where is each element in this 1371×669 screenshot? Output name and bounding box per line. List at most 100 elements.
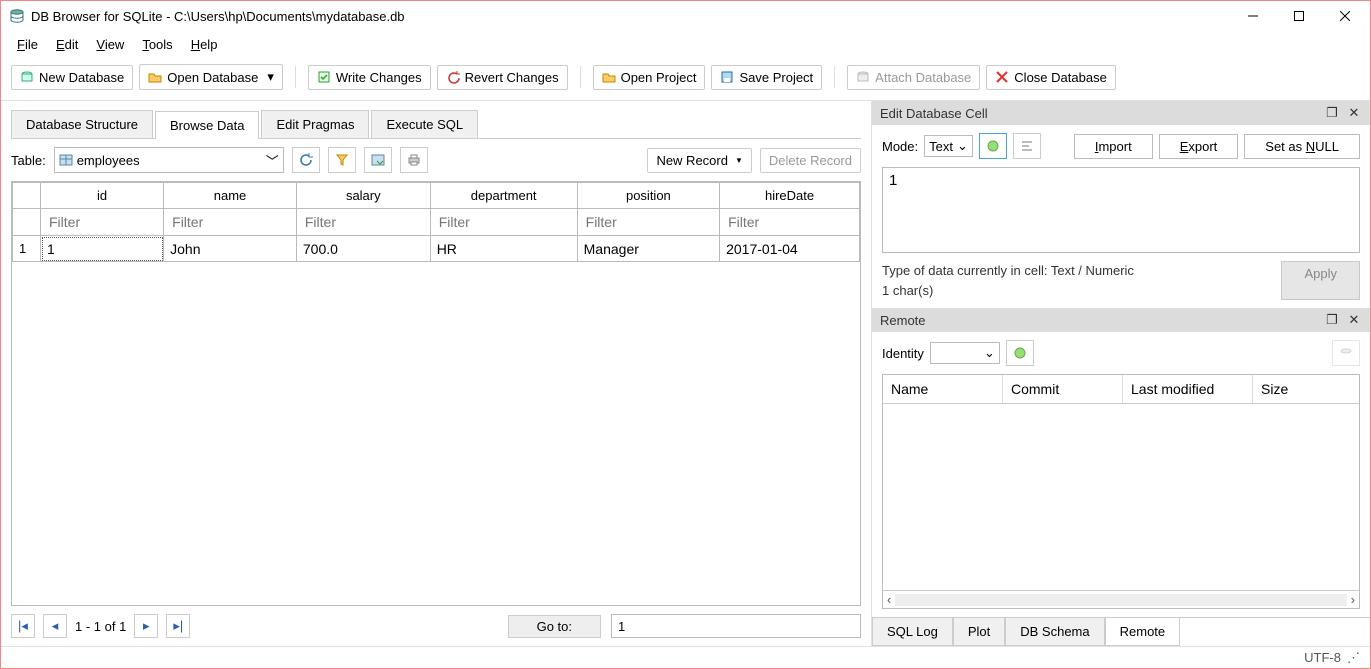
identity-label: Identity (882, 346, 924, 361)
save-project-icon (720, 70, 734, 84)
left-pane: Database Structure Browse Data Edit Prag… (1, 101, 871, 646)
format-text-button[interactable] (979, 133, 1007, 159)
col-department[interactable]: department (430, 183, 577, 209)
print-button[interactable] (400, 147, 428, 173)
revert-changes-label: Revert Changes (465, 70, 559, 85)
open-project-button[interactable]: Open Project (593, 65, 706, 90)
col-name[interactable]: name (164, 183, 297, 209)
remote-col-commit[interactable]: Commit (1003, 375, 1123, 403)
goto-label: Go to: (508, 615, 601, 638)
minimize-button[interactable] (1230, 1, 1276, 31)
menu-file[interactable]: File (11, 35, 44, 54)
filter-position[interactable] (584, 213, 713, 231)
identity-select[interactable]: ⌄ (930, 342, 1000, 364)
tab-edit-pragmas[interactable]: Edit Pragmas (261, 110, 369, 138)
undock-icon[interactable]: ❐ (1324, 312, 1340, 328)
col-salary[interactable]: salary (296, 183, 430, 209)
chevron-down-icon: ⌄ (984, 345, 995, 361)
tab-execute-sql[interactable]: Execute SQL (371, 110, 478, 138)
clear-filters-button[interactable] (328, 147, 356, 173)
cell-name[interactable]: John (164, 236, 297, 262)
menu-view[interactable]: View (90, 35, 130, 54)
tab-sql-log[interactable]: SQL Log (872, 618, 953, 646)
export-button[interactable]: Export (1159, 134, 1239, 159)
push-button[interactable] (1332, 340, 1360, 366)
menu-tools[interactable]: Tools (136, 35, 178, 54)
open-database-button[interactable]: Open Database ▾ (139, 64, 283, 90)
tab-remote[interactable]: Remote (1105, 618, 1181, 646)
close-panel-icon[interactable]: ✕ (1346, 312, 1362, 328)
remote-scrollbar[interactable]: ‹› (883, 590, 1359, 608)
main-tabs: Database Structure Browse Data Edit Prag… (11, 111, 861, 139)
apply-button[interactable]: Apply (1281, 261, 1360, 300)
cell-char-count: 1 char(s) (882, 281, 1281, 301)
open-project-icon (602, 70, 616, 84)
tab-db-schema[interactable]: DB Schema (1005, 618, 1104, 646)
remote-col-lastmod[interactable]: Last modified (1123, 375, 1253, 403)
table-label: Table: (11, 153, 46, 168)
import-button[interactable]: Import (1074, 134, 1153, 159)
open-project-label: Open Project (621, 70, 697, 85)
edit-cell-panel: Mode: Text⌄ Import Export Set as NULL 1 … (872, 125, 1370, 308)
cell-editor[interactable]: 1 (882, 167, 1360, 253)
attach-database-button[interactable]: Attach Database (847, 65, 980, 90)
refresh-button[interactable] (292, 147, 320, 173)
save-project-button[interactable]: Save Project (711, 65, 822, 90)
tab-browse-data[interactable]: Browse Data (155, 111, 259, 139)
last-page-button[interactable]: ▸| (166, 614, 190, 638)
close-database-button[interactable]: Close Database (986, 65, 1116, 90)
table-icon (59, 153, 73, 167)
col-hiredate[interactable]: hireDate (720, 183, 860, 209)
filter-id[interactable] (47, 213, 157, 231)
save-table-button[interactable] (364, 147, 392, 173)
close-database-icon (995, 70, 1009, 84)
filter-hiredate[interactable] (726, 213, 853, 231)
remote-col-size[interactable]: Size (1253, 375, 1359, 403)
cell-position[interactable]: Manager (577, 236, 719, 262)
cell-id[interactable]: 1 (41, 236, 164, 262)
table-toolbar: Table: employees ﹀ New Record▼ Delete Re… (11, 139, 861, 181)
chevron-down-icon[interactable]: ▾ (267, 69, 274, 85)
new-database-button[interactable]: New Database (11, 65, 133, 90)
cell-salary[interactable]: 700.0 (296, 236, 430, 262)
toolbar-separator (295, 66, 296, 88)
new-record-button[interactable]: New Record▼ (647, 148, 751, 173)
cell-hiredate[interactable]: 2017-01-04 (720, 236, 860, 262)
delete-record-button[interactable]: Delete Record (760, 148, 861, 173)
window-title: DB Browser for SQLite - C:\Users\hp\Docu… (31, 9, 405, 24)
right-pane: Edit Database Cell ❐ ✕ Mode: Text⌄ Impor… (871, 101, 1370, 646)
revert-changes-button[interactable]: Revert Changes (437, 65, 568, 90)
first-page-button[interactable]: |◂ (11, 614, 35, 638)
mode-select[interactable]: Text⌄ (924, 135, 973, 157)
table-row[interactable]: 1 1 John 700.0 HR Manager 2017-01-04 (13, 236, 860, 262)
col-position[interactable]: position (577, 183, 719, 209)
filter-name[interactable] (170, 213, 290, 231)
close-panel-icon[interactable]: ✕ (1346, 105, 1362, 121)
close-button[interactable] (1322, 1, 1368, 31)
filter-department[interactable] (437, 213, 571, 231)
goto-input[interactable] (611, 614, 861, 638)
remote-col-name[interactable]: Name (883, 375, 1003, 403)
edit-cell-header: Edit Database Cell ❐ ✕ (872, 101, 1370, 125)
cell-department[interactable]: HR (430, 236, 577, 262)
prev-page-button[interactable]: ◂ (43, 614, 67, 638)
set-null-button[interactable]: Set as NULL (1244, 134, 1360, 159)
col-id[interactable]: id (41, 183, 164, 209)
text-align-button[interactable] (1013, 133, 1041, 159)
write-changes-button[interactable]: Write Changes (308, 65, 431, 90)
app-icon (9, 8, 25, 24)
filter-salary[interactable] (303, 213, 424, 231)
identity-settings-button[interactable] (1006, 340, 1034, 366)
undock-icon[interactable]: ❐ (1324, 105, 1340, 121)
tab-database-structure[interactable]: Database Structure (11, 110, 153, 138)
maximize-button[interactable] (1276, 1, 1322, 31)
tab-plot[interactable]: Plot (953, 618, 1005, 646)
toolbar-separator (834, 66, 835, 88)
menu-help[interactable]: Help (185, 35, 224, 54)
row-number[interactable]: 1 (13, 236, 41, 262)
resize-grip-icon[interactable]: ⋰ (1347, 650, 1360, 666)
table-select[interactable]: employees ﹀ (54, 147, 284, 173)
menu-edit[interactable]: Edit (50, 35, 84, 54)
new-database-label: New Database (39, 70, 124, 85)
next-page-button[interactable]: ▸ (134, 614, 158, 638)
